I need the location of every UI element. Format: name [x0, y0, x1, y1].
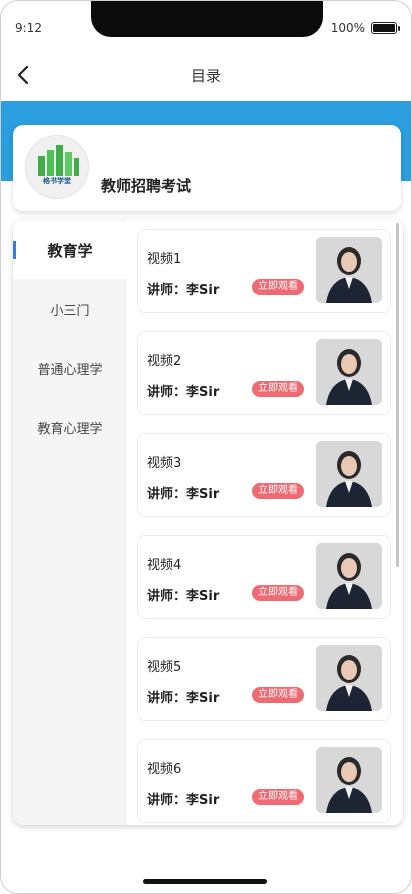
- nav-bar: 目录: [1, 53, 411, 97]
- watch-now-button[interactable]: 立即观看: [252, 483, 304, 499]
- notch: [91, 1, 323, 37]
- lecturer-photo-icon: [316, 237, 382, 303]
- page-title: 目录: [190, 67, 221, 85]
- course-title: 教师招聘考试: [101, 177, 192, 195]
- video-card[interactable]: 视频6 讲师：李Sir 立即观看: [137, 739, 391, 823]
- video-thumbnail: [316, 339, 382, 405]
- status-bar: 9:12 100%: [1, 1, 411, 41]
- lecturer-photo-icon: [316, 543, 382, 609]
- lecturer-photo-icon: [316, 441, 382, 507]
- scrollbar[interactable]: [396, 223, 399, 567]
- sidebar-item-jiaoyuxue[interactable]: 教育学: [13, 221, 127, 279]
- course-logo: 格书学堂: [25, 135, 89, 199]
- battery-status: 100%: [330, 21, 400, 35]
- video-card[interactable]: 视频1 讲师：李Sir 立即观看: [137, 229, 391, 313]
- video-card[interactable]: 视频3 讲师：李Sir 立即观看: [137, 433, 391, 517]
- lecturer-label: 讲师：李Sir: [147, 691, 220, 706]
- building-logo-icon: [38, 145, 79, 176]
- video-title: 视频1: [147, 252, 182, 267]
- home-indicator[interactable]: [143, 879, 267, 884]
- video-thumbnail: [316, 441, 382, 507]
- lecturer-label: 讲师：李Sir: [147, 385, 220, 400]
- video-thumbnail: [316, 543, 382, 609]
- category-sidebar: 教育学 小三门 普通心理学 教育心理学: [13, 219, 127, 825]
- watch-now-button[interactable]: 立即观看: [252, 585, 304, 601]
- video-card[interactable]: 视频2 讲师：李Sir 立即观看: [137, 331, 391, 415]
- battery-percent: 100%: [330, 21, 365, 35]
- video-title: 视频6: [147, 762, 182, 777]
- battery-icon: [371, 22, 400, 34]
- video-thumbnail: [316, 237, 382, 303]
- sidebar-item-educational-psychology[interactable]: 教育心理学: [13, 398, 127, 456]
- watch-now-button[interactable]: 立即观看: [252, 279, 304, 295]
- status-time: 9:12: [15, 21, 42, 35]
- lecturer-label: 讲师：李Sir: [147, 487, 220, 502]
- sidebar-item-xiaosanmen[interactable]: 小三门: [13, 280, 127, 338]
- watch-now-button[interactable]: 立即观看: [252, 789, 304, 805]
- video-title: 视频5: [147, 660, 182, 675]
- sidebar-item-general-psychology[interactable]: 普通心理学: [13, 339, 127, 397]
- watch-now-button[interactable]: 立即观看: [252, 381, 304, 397]
- logo-text: 格书学堂: [43, 177, 71, 185]
- video-list: 视频1 讲师：李Sir 立即观看 视频2 讲师：李Sir 立即观看 视频3 讲师…: [127, 219, 403, 825]
- lecturer-label: 讲师：李Sir: [147, 793, 220, 808]
- video-thumbnail: [316, 747, 382, 813]
- video-thumbnail: [316, 645, 382, 711]
- video-title: 视频2: [147, 354, 182, 369]
- course-card[interactable]: 格书学堂 教师招聘考试: [13, 125, 401, 211]
- lecturer-photo-icon: [316, 645, 382, 711]
- lecturer-photo-icon: [316, 747, 382, 813]
- lecturer-photo-icon: [316, 339, 382, 405]
- video-title: 视频3: [147, 456, 182, 471]
- video-title: 视频4: [147, 558, 182, 573]
- lecturer-label: 讲师：李Sir: [147, 283, 220, 298]
- lecturer-label: 讲师：李Sir: [147, 589, 220, 604]
- catalog-panel: 教育学 小三门 普通心理学 教育心理学 视频1 讲师：李Sir 立即观看 视频2…: [13, 219, 403, 825]
- video-card[interactable]: 视频5 讲师：李Sir 立即观看: [137, 637, 391, 721]
- video-card[interactable]: 视频4 讲师：李Sir 立即观看: [137, 535, 391, 619]
- phone-frame: 9:12 100% 目录 格书学堂 教师招聘考试 教育学 小三门 普通心理学 教…: [0, 0, 412, 894]
- battery-fill: [373, 24, 395, 32]
- watch-now-button[interactable]: 立即观看: [252, 687, 304, 703]
